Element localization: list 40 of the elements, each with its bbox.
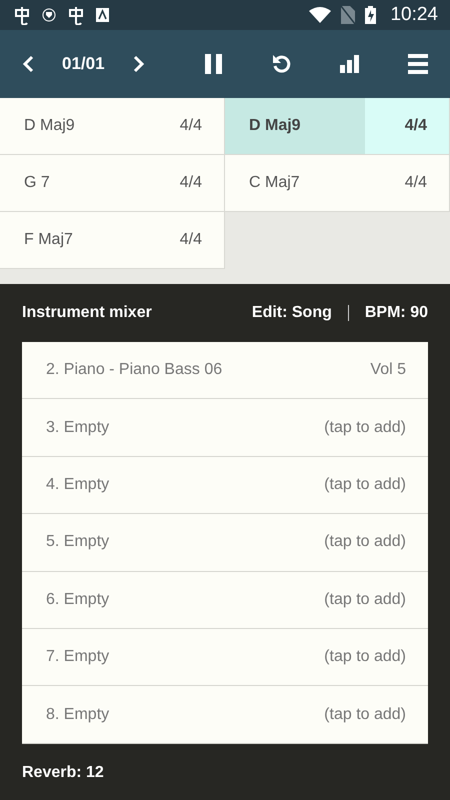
chord-cell[interactable]: C Maj7 4/4 — [225, 155, 450, 212]
track-value: (tap to add) — [324, 706, 406, 724]
track-value: (tap to add) — [324, 648, 406, 666]
app-icon — [96, 8, 109, 22]
track-value: (tap to add) — [324, 533, 406, 552]
mixer-title: Instrument mixer — [22, 304, 152, 322]
track-value: Vol 5 — [370, 361, 406, 380]
chord-cell[interactable]: D Maj9 4/4 — [225, 98, 450, 155]
track-name: 5. Empty — [46, 533, 110, 552]
track-name: 8. Empty — [46, 706, 110, 724]
chord-cell[interactable]: F Maj7 4/4 — [0, 212, 225, 269]
page-position: 01/01 — [62, 54, 105, 74]
track-row[interactable]: 2. Piano - Piano Bass 06 Vol 5 — [22, 342, 428, 400]
track-row[interactable]: 8. Empty (tap to add) — [22, 686, 428, 744]
chevron-left-icon — [22, 55, 36, 73]
track-name: 4. Empty — [46, 476, 110, 494]
track-row[interactable]: 4. Empty (tap to add) — [22, 456, 428, 514]
battery-icon — [365, 6, 376, 24]
track-row[interactable]: 6. Empty (tap to add) — [22, 572, 428, 629]
wifi-icon — [309, 7, 332, 23]
track-value: (tap to add) — [324, 590, 406, 609]
chord-cell[interactable]: D Maj9 4/4 — [0, 98, 225, 155]
reverb-label: Reverb: 12 — [22, 764, 105, 782]
track-value: (tap to add) — [324, 476, 406, 494]
no-sim-icon — [341, 6, 356, 24]
bpm-label: BPM: 90 — [364, 304, 428, 322]
track-value: (tap to add) — [324, 418, 406, 437]
chord-cell[interactable]: G 7 4/4 — [0, 155, 225, 212]
track-row[interactable]: 3. Empty (tap to add) — [22, 399, 428, 457]
shield-icon — [42, 8, 56, 22]
track-row[interactable]: 5. Empty (tap to add) — [22, 514, 428, 572]
track-name: 6. Empty — [46, 590, 110, 609]
track-name: 7. Empty — [46, 648, 110, 666]
edit-mode: Edit: Song — [252, 304, 332, 322]
track-row[interactable]: 7. Empty (tap to add) — [22, 628, 428, 686]
notification-icon — [12, 5, 32, 25]
track-name: 2. Piano - Piano Bass 06 — [46, 361, 222, 380]
track-name: 3. Empty — [46, 418, 110, 437]
notification-icon — [66, 5, 86, 25]
clock: 10:24 — [390, 4, 438, 26]
